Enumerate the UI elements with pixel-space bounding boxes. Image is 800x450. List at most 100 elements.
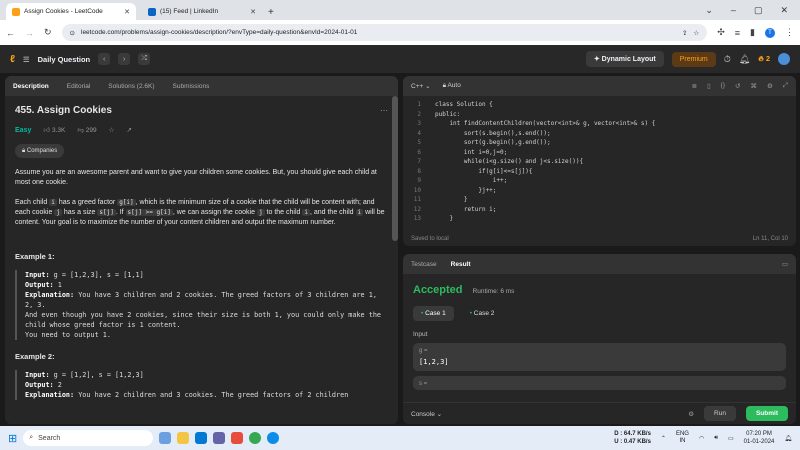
tab-solutions[interactable]: Solutions (2.6K) <box>108 83 154 90</box>
shortcut-icon[interactable]: ⌘ <box>750 82 757 90</box>
tab-result[interactable]: Result <box>451 261 471 268</box>
console-toggle[interactable]: Console ⌄ <box>411 410 442 418</box>
tray-overflow-icon[interactable]: ⌃ <box>661 435 666 442</box>
settings-circle-icon[interactable]: ⋯ <box>380 106 388 116</box>
collapse-panel-icon[interactable]: ▭ <box>782 260 788 268</box>
url-text: leetcode.com/problems/assign-cookies/des… <box>81 29 358 36</box>
braces-icon[interactable]: {} <box>721 82 725 90</box>
next-problem-button[interactable]: › <box>118 53 131 65</box>
tab-editorial[interactable]: Editorial <box>67 83 90 90</box>
companies-chip[interactable]: 🔒︎ Companies <box>15 144 65 158</box>
line-number: 10 <box>413 186 421 194</box>
case-2-button[interactable]: • Case 2 <box>462 306 503 321</box>
problem-title: 455. Assign Cookies <box>15 105 112 116</box>
side-panel-icon[interactable]: ▮ <box>750 27 755 38</box>
prev-problem-button[interactable]: ‹ <box>98 53 111 65</box>
gear-icon[interactable]: ⚙ <box>767 82 773 90</box>
tab-testcase[interactable]: Testcase <box>411 261 437 268</box>
share-icon[interactable]: ⇪ <box>682 29 687 37</box>
timer-icon[interactable]: ⏱ <box>724 54 731 65</box>
language-indicator[interactable]: ENG IN <box>676 431 689 445</box>
star-icon[interactable]: ☆ <box>109 126 115 136</box>
close-window-icon[interactable]: ✕ <box>780 5 788 16</box>
reset-icon[interactable]: ↺ <box>735 82 740 90</box>
bookmark-icon[interactable]: ▯ <box>707 82 711 90</box>
problem-list-icon[interactable]: ☰ <box>23 55 30 64</box>
tab-submissions[interactable]: Submissions <box>173 83 210 90</box>
reload-icon[interactable]: ↻ <box>44 27 52 38</box>
store-icon[interactable] <box>231 432 244 444</box>
widgets-icon[interactable] <box>159 432 172 444</box>
forward-arrow-icon[interactable]: → <box>25 28 34 38</box>
nav-section-title[interactable]: Daily Question <box>38 55 91 64</box>
run-button[interactable]: Run <box>704 406 736 421</box>
maximize-icon[interactable]: ▢ <box>754 5 763 16</box>
url-field[interactable]: ⊙ leetcode.com/problems/assign-cookies/d… <box>61 24 708 41</box>
file-explorer-icon[interactable] <box>177 432 190 444</box>
line-number: 5 <box>417 139 421 146</box>
star-icon[interactable]: ☆ <box>693 29 699 37</box>
extensions-icon[interactable]: ✣ <box>717 27 725 38</box>
leetcode-navbar: ℓ ☰ Daily Question ‹ › ⤮ ✦ Dynamic Layou… <box>0 45 800 73</box>
wifi-icon[interactable]: ◠ <box>699 435 704 442</box>
battery-icon[interactable]: ▭ <box>728 435 734 442</box>
code-area[interactable]: 1 2 3 4 5 6 7 8 9 10 11 12 13 class Solution { publi… <box>403 96 796 224</box>
fullscreen-icon[interactable]: ⤢ <box>783 82 788 90</box>
bell-icon[interactable]: 🔔︎ <box>739 54 750 65</box>
profile-avatar[interactable]: T <box>765 27 775 38</box>
leetcode-logo-icon[interactable]: ℓ <box>10 54 15 65</box>
user-avatar[interactable] <box>778 53 790 65</box>
back-arrow-icon[interactable]: ← <box>6 28 15 38</box>
line-number: 8 <box>417 167 421 175</box>
notes-icon[interactable]: ≣ <box>692 82 697 90</box>
tab-title: Assign Cookies - LeetCode <box>24 8 103 15</box>
dynamic-layout-label: Dynamic Layout <box>601 56 656 63</box>
example-2-title: Example 2: <box>15 352 55 361</box>
minimize-icon[interactable]: – <box>731 5 736 16</box>
line-number: 11 <box>413 196 421 203</box>
shuffle-icon[interactable]: ⤮ <box>138 53 151 65</box>
browser-tab-leetcode[interactable]: Assign Cookies - LeetCode ✕ <box>6 3 136 20</box>
browser-tab-linkedin[interactable]: (15) Feed | LinkedIn ✕ <box>142 3 262 20</box>
tab-description[interactable]: Description <box>13 83 49 90</box>
code-text[interactable]: class Solution { public: int findContent… <box>425 100 655 224</box>
input-g-box: g = [1,2,3] <box>413 343 786 371</box>
linkedin-favicon <box>148 7 156 16</box>
teams-icon[interactable] <box>213 432 226 444</box>
submit-button[interactable]: Submit <box>745 406 788 421</box>
volume-icon[interactable]: 🔊︎ <box>714 435 718 442</box>
site-info-icon[interactable]: ⊙ <box>70 29 75 37</box>
premium-button[interactable]: Premium <box>671 51 716 67</box>
case-1-button[interactable]: • Case 1 <box>413 306 454 321</box>
language-select[interactable]: C++ ⌄ <box>411 82 431 90</box>
window-controls: ⌄ – ▢ ✕ <box>705 5 800 16</box>
debug-icon[interactable]: ⚙ <box>688 410 694 418</box>
vscode-icon[interactable] <box>195 432 208 444</box>
likes-count: 3.3K <box>51 127 66 134</box>
menu-icon[interactable]: ⋮ <box>785 27 794 38</box>
dislike-button[interactable]: 👎︎ 299 <box>77 126 96 136</box>
console-bar: Console ⌄ ⚙ Run Submit <box>403 402 796 424</box>
like-button[interactable]: 👍︎ 3.3K <box>43 126 65 136</box>
close-tab-icon[interactable]: ✕ <box>124 8 130 16</box>
input-label: Input <box>413 331 428 338</box>
chrome-icon[interactable] <box>249 432 262 444</box>
edge-icon[interactable] <box>267 432 280 444</box>
streak-counter[interactable]: 🔥︎ 2 <box>758 54 770 64</box>
share-icon[interactable]: ↗ <box>126 126 131 136</box>
dynamic-layout-button[interactable]: ✦ Dynamic Layout <box>585 51 664 67</box>
cursor-position: Ln 11, Col 10 <box>752 236 788 242</box>
new-tab-icon[interactable]: + <box>268 7 274 18</box>
notification-icon[interactable]: 🔔︎ <box>784 435 792 442</box>
description-scrollbar[interactable] <box>392 96 398 241</box>
close-tab-icon[interactable]: ✕ <box>250 8 256 16</box>
clock[interactable]: 07:20 PM 01-01-2024 <box>744 430 775 446</box>
saved-status: Saved to local <box>411 236 449 242</box>
reading-list-icon[interactable]: ≡ <box>735 28 740 38</box>
autocomplete-toggle[interactable]: 🔒︎ Auto <box>443 82 461 90</box>
system-tray: D : 64.7 KB/s U : 0.47 KB/s ⌃ ENG IN ◠ 🔊︎… <box>614 430 792 446</box>
start-icon[interactable]: ⊞ <box>8 432 17 445</box>
companies-label: Companies <box>26 148 58 154</box>
taskbar-search[interactable]: ⌕ Search <box>23 430 154 446</box>
chevron-down-icon[interactable]: ⌄ <box>705 5 713 16</box>
